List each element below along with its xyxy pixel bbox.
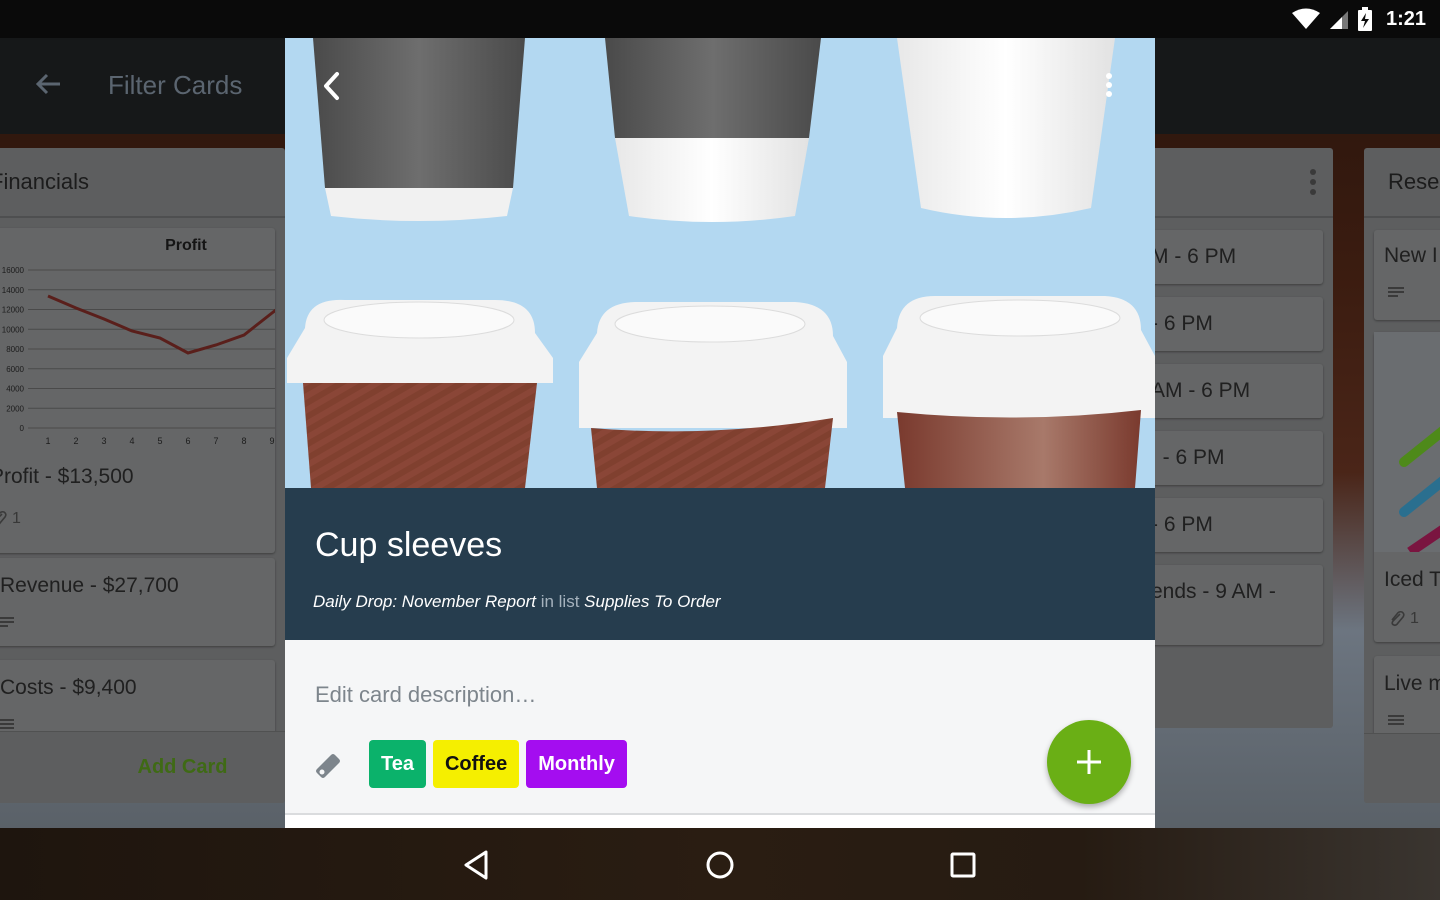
list-link[interactable]: Supplies To Order: [584, 592, 720, 611]
card-title[interactable]: Cup sleeves: [315, 526, 502, 565]
back-triangle-icon[interactable]: [460, 848, 496, 882]
clock: 1:21: [1385, 7, 1426, 30]
attachment-count: 1: [1388, 610, 1419, 628]
battery-charging-icon: [1357, 7, 1372, 31]
description-icon: [0, 617, 14, 627]
label-monthly[interactable]: Monthly: [526, 740, 627, 788]
x-tick-label: 4: [129, 436, 134, 446]
card-title: Profit - $13,500: [0, 465, 134, 488]
x-tick-label: 5: [157, 436, 162, 446]
list-card[interactable]: - 6 PM: [1145, 498, 1323, 552]
y-tick-label: 8000: [6, 345, 24, 354]
wifi-icon: [1291, 8, 1320, 29]
description-input[interactable]: Edit card description…: [315, 682, 536, 708]
profit-line: [47, 294, 275, 355]
y-tick-label: 0: [20, 424, 25, 433]
card-cover-image: [285, 38, 1155, 488]
card-cover-image: [1374, 332, 1440, 552]
x-tick-label: 1: [45, 436, 50, 446]
x-tick-label: 6: [185, 436, 190, 446]
description-icon: [1388, 715, 1404, 725]
card-header: Cup sleeves Daily Drop: November Report …: [285, 488, 1155, 640]
labels-row: Tea Coffee Monthly: [313, 740, 634, 788]
board-link[interactable]: Daily Drop: November Report: [313, 592, 536, 611]
more-vert-icon[interactable]: [1097, 70, 1121, 102]
chevron-left-icon[interactable]: [315, 68, 351, 104]
x-tick-label: 3: [101, 436, 106, 446]
list-title: Financials: [0, 169, 90, 194]
description-icon: [1388, 287, 1404, 297]
y-tick-label: 14000: [2, 286, 25, 295]
y-tick-label: 16000: [2, 266, 25, 275]
list-card[interactable]: Live m: [1374, 656, 1440, 736]
card-detail-dialog: Cup sleeves Daily Drop: November Report …: [285, 38, 1155, 828]
coffee-cups-illustration: [287, 38, 1155, 488]
toolbar-title: Filter Cards: [108, 70, 243, 100]
attachment-count: 1: [0, 510, 21, 528]
add-card-button[interactable]: Add Card: [0, 731, 285, 803]
system-nav-bar: [0, 828, 1440, 900]
card-title: Costs - $9,400: [0, 676, 137, 699]
paperclip-icon: [1391, 610, 1405, 627]
more-vert-icon[interactable]: [1309, 168, 1317, 196]
status-bar: 1:21: [0, 0, 1440, 38]
y-tick-label: 6000: [6, 365, 24, 374]
x-tick-label: 7: [213, 436, 218, 446]
modal-bottom: [285, 815, 1155, 828]
list-header: Financials: [0, 148, 285, 218]
y-tick-label: 12000: [2, 306, 25, 315]
card-costs[interactable]: Costs - $9,400: [0, 660, 275, 740]
list-header: [1145, 148, 1333, 218]
list-card[interactable]: I - 6 PM: [1145, 431, 1323, 485]
chart-title: Profit: [165, 237, 207, 254]
card-revenue[interactable]: Revenue - $27,700: [0, 558, 275, 646]
list-card[interactable]: M - 6 PM: [1145, 230, 1323, 284]
arrow-left-icon[interactable]: [32, 68, 64, 100]
cell-signal-icon: [1329, 11, 1348, 29]
label-tag-icon[interactable]: [313, 749, 343, 779]
home-circle-icon[interactable]: [702, 848, 738, 882]
card-profit[interactable]: Profit 0 2000 4000 6000 8000 10000 12000 14000 1…: [0, 228, 275, 553]
list-right: Rese New I Iced T 1 Live m: [1364, 148, 1440, 803]
in-list-text: in list: [540, 592, 580, 611]
x-tick-label: 9: [269, 436, 274, 446]
label-coffee[interactable]: Coffee: [432, 740, 520, 788]
plus-icon: [1077, 750, 1101, 774]
paperclip-icon: [0, 510, 7, 525]
list-card[interactable]: New I: [1374, 230, 1440, 320]
list-card[interactable]: - 6 PM: [1145, 297, 1323, 351]
description-icon: [0, 719, 14, 729]
list-card[interactable]: ends - 9 AM -: [1145, 565, 1323, 645]
list-middle: M - 6 PM - 6 PM AM - 6 PM I - 6 PM - 6 P…: [1145, 148, 1333, 728]
list-card[interactable]: AM - 6 PM: [1145, 364, 1323, 418]
x-tick-label: 8: [241, 436, 246, 446]
list-header: Rese: [1364, 148, 1440, 218]
x-tick-label: 2: [73, 436, 78, 446]
y-tick-label: 4000: [6, 385, 24, 394]
y-tick-label: 10000: [2, 325, 25, 334]
list-card[interactable]: Iced T 1: [1374, 332, 1440, 642]
y-tick-label: 2000: [6, 404, 24, 413]
add-fab-button[interactable]: [1047, 720, 1131, 804]
card-location: Daily Drop: November Report in list Supp…: [313, 592, 721, 612]
recents-square-icon[interactable]: [945, 848, 981, 882]
profit-chart: Profit 0 2000 4000 6000 8000 10000 12000 14000 1…: [2, 237, 275, 446]
card-title: Revenue - $27,700: [0, 574, 179, 597]
label-tea[interactable]: Tea: [369, 740, 426, 788]
add-card-button[interactable]: [1364, 733, 1440, 803]
list-financials: Financials Profit 0 2000 4000 6000 8000 10000…: [0, 148, 285, 803]
